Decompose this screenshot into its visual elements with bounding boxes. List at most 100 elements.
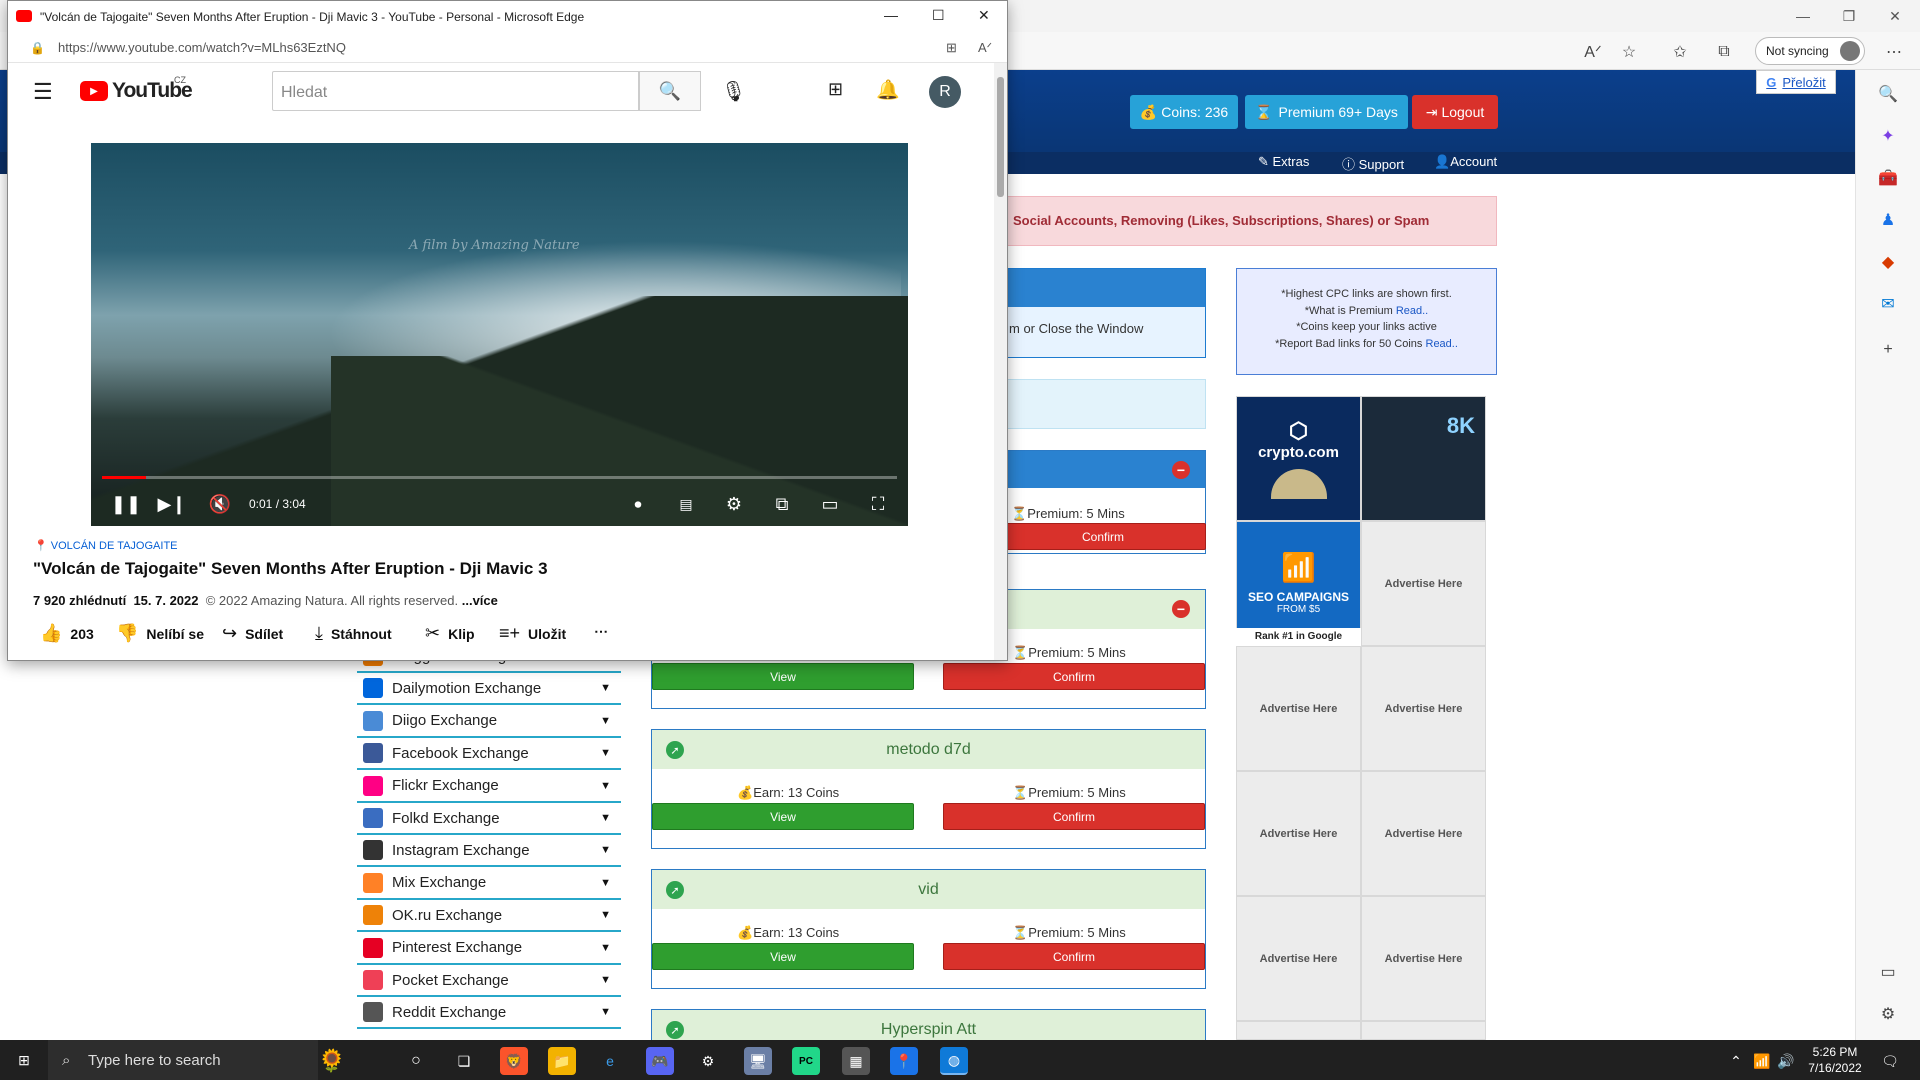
- caret-down-icon[interactable]: ▼: [600, 715, 611, 727]
- muted-volume-icon[interactable]: 🔇: [207, 491, 233, 517]
- outlook-icon[interactable]: ✉: [1876, 292, 1900, 316]
- open-link-icon[interactable]: ➚: [666, 881, 684, 899]
- view-button[interactable]: View: [652, 803, 914, 830]
- crypto-ad[interactable]: ⬡ crypto.com: [1236, 396, 1361, 521]
- taskbar-search[interactable]: ⌕ Type here to search: [48, 1040, 318, 1080]
- confirm-button[interactable]: Confirm: [1000, 523, 1206, 550]
- save-button[interactable]: ≡+ Uložit: [499, 623, 566, 644]
- add-icon[interactable]: +: [1876, 338, 1900, 362]
- hamburger-menu-icon[interactable]: ☰: [33, 79, 53, 105]
- caret-down-icon[interactable]: ▼: [600, 747, 611, 759]
- logout-button[interactable]: ⇥ Logout: [1412, 95, 1498, 129]
- show-hidden-icons[interactable]: ⌃: [1726, 1047, 1746, 1075]
- restore-button[interactable]: ❐: [1826, 0, 1872, 32]
- windows-start-icon[interactable]: ⊞: [10, 1046, 38, 1074]
- volume-icon[interactable]: 🔊: [1776, 1047, 1796, 1075]
- maps-icon[interactable]: 📍: [890, 1047, 918, 1075]
- maximize-button[interactable]: ☐: [932, 7, 945, 24]
- premium-button[interactable]: ⌛ Premium 69+ Days: [1245, 95, 1408, 129]
- network-icon[interactable]: 📶: [1752, 1047, 1772, 1075]
- exchange-menu-item[interactable]: Facebook Exchange ▼: [357, 738, 621, 771]
- exchange-menu-item[interactable]: OK.ru Exchange ▼: [357, 900, 621, 933]
- create-video-icon[interactable]: ⊞: [828, 79, 843, 100]
- ad-slot[interactable]: Advertise Here: [1361, 896, 1486, 1021]
- edge-icon[interactable]: ◍: [940, 1047, 968, 1075]
- nav-extras[interactable]: ✎ Extras: [1258, 154, 1309, 170]
- favorites-icon[interactable]: ✩: [1668, 40, 1692, 64]
- ad-slot[interactable]: [1236, 1021, 1361, 1040]
- games-icon[interactable]: ♟: [1876, 208, 1900, 232]
- view-button[interactable]: View: [652, 663, 914, 690]
- nav-support[interactable]: ⓘ Support: [1342, 154, 1404, 173]
- more-link[interactable]: ...více: [462, 593, 498, 608]
- more-actions-button[interactable]: ⋯: [594, 623, 608, 640]
- view-button[interactable]: View: [652, 943, 914, 970]
- dislike-button[interactable]: 👎 Nelíbí se: [116, 623, 204, 644]
- pycharm-icon[interactable]: PC: [792, 1047, 820, 1075]
- search-icon[interactable]: 🔍: [1876, 82, 1900, 106]
- confirm-button[interactable]: Confirm: [943, 943, 1205, 970]
- exchange-menu-item[interactable]: Dailymotion Exchange ▼: [357, 673, 621, 706]
- seo-ad[interactable]: 📶 SEO CAMPAIGNS FROM $5: [1236, 521, 1361, 645]
- add-favorite-icon[interactable]: ☆: [1617, 40, 1641, 64]
- collections-icon[interactable]: ⧉: [1712, 40, 1736, 64]
- caret-down-icon[interactable]: ▼: [600, 1006, 611, 1018]
- exchange-menu-item[interactable]: Pinterest Exchange ▼: [357, 933, 621, 965]
- share-button[interactable]: ↪ Sdílet: [222, 623, 283, 644]
- read-aloud-icon[interactable]: Aᐟ: [1581, 40, 1605, 64]
- download-button[interactable]: ⤓ Stáhnout: [315, 623, 392, 644]
- clip-button[interactable]: ✂ Klip: [425, 623, 475, 644]
- taskbar-clock[interactable]: 5:26 PM 7/16/2022: [1800, 1044, 1870, 1076]
- caret-down-icon[interactable]: ▼: [600, 682, 611, 694]
- microphone-icon[interactable]: 🎙: [721, 79, 746, 104]
- location-tag[interactable]: 📍 VOLCÁN DE TAJOGAITE: [34, 539, 178, 552]
- confirm-button[interactable]: Confirm: [943, 803, 1205, 830]
- coins-button[interactable]: 💰 Coins: 236: [1130, 95, 1238, 129]
- pause-icon[interactable]: ❚❚: [111, 491, 141, 517]
- remove-icon[interactable]: −: [1172, 461, 1190, 479]
- scrollbar-thumb[interactable]: [997, 77, 1004, 197]
- video-player[interactable]: A film by Amazing Nature ❚❚ ▶❙ 🔇 0:01 / …: [91, 143, 908, 526]
- ad-slot[interactable]: Advertise Here: [1236, 771, 1361, 896]
- office-icon[interactable]: ◆: [1876, 250, 1900, 274]
- open-link-icon[interactable]: ➚: [666, 1021, 684, 1039]
- user-avatar[interactable]: R: [929, 76, 961, 108]
- caret-down-icon[interactable]: ▼: [600, 844, 611, 856]
- caret-down-icon[interactable]: ▼: [600, 942, 611, 954]
- ad-slot[interactable]: Advertise Here: [1236, 896, 1361, 1021]
- caret-down-icon[interactable]: ▼: [600, 909, 611, 921]
- read-link[interactable]: Read..: [1426, 338, 1458, 350]
- caret-down-icon[interactable]: ▼: [600, 974, 611, 986]
- exchange-menu-item[interactable]: Instagram Exchange ▼: [357, 835, 621, 868]
- sync-button[interactable]: Not syncing: [1755, 37, 1865, 65]
- close-button[interactable]: ✕: [978, 7, 990, 24]
- ad-slot[interactable]: [1361, 1021, 1486, 1040]
- youtube-play-logo-icon[interactable]: ▶: [80, 81, 108, 101]
- caret-down-icon[interactable]: ▼: [600, 812, 611, 824]
- app-icon[interactable]: 🖥: [744, 1047, 772, 1075]
- discord-icon[interactable]: 🎮: [646, 1047, 674, 1075]
- popup-scrollbar[interactable]: [994, 63, 1007, 660]
- file-explorer-icon[interactable]: 📁: [548, 1047, 576, 1075]
- settings-icon[interactable]: ⚙: [1876, 1002, 1900, 1026]
- exchange-menu-item[interactable]: Flickr Exchange ▼: [357, 771, 621, 803]
- miniplayer-icon[interactable]: ⧉: [769, 491, 795, 517]
- brave-icon[interactable]: 🦁: [500, 1047, 528, 1075]
- translate-button[interactable]: G Přeložit: [1756, 70, 1836, 94]
- shopping-icon[interactable]: 🧰: [1876, 166, 1900, 190]
- exchange-menu-item[interactable]: Reddit Exchange ▼: [357, 997, 621, 1030]
- like-button[interactable]: 👍 203: [40, 623, 94, 644]
- more-menu-icon[interactable]: ⋯: [1882, 40, 1906, 64]
- exchange-menu-item[interactable]: Folkd Exchange ▼: [357, 803, 621, 835]
- task-view-icon[interactable]: ❏: [450, 1047, 478, 1075]
- caret-down-icon[interactable]: ▼: [600, 877, 611, 889]
- search-input[interactable]: Hledat: [272, 71, 639, 111]
- read-link[interactable]: Read..: [1396, 305, 1428, 317]
- settings-icon[interactable]: ⚙: [721, 491, 747, 517]
- search-button[interactable]: 🔍: [639, 71, 701, 111]
- close-button[interactable]: ✕: [1872, 0, 1918, 32]
- confirm-button[interactable]: Confirm: [943, 663, 1205, 690]
- weather-widget-icon[interactable]: 🌻: [318, 1047, 346, 1075]
- 8k-ad[interactable]: 8K: [1361, 396, 1486, 521]
- remove-icon[interactable]: −: [1172, 600, 1190, 618]
